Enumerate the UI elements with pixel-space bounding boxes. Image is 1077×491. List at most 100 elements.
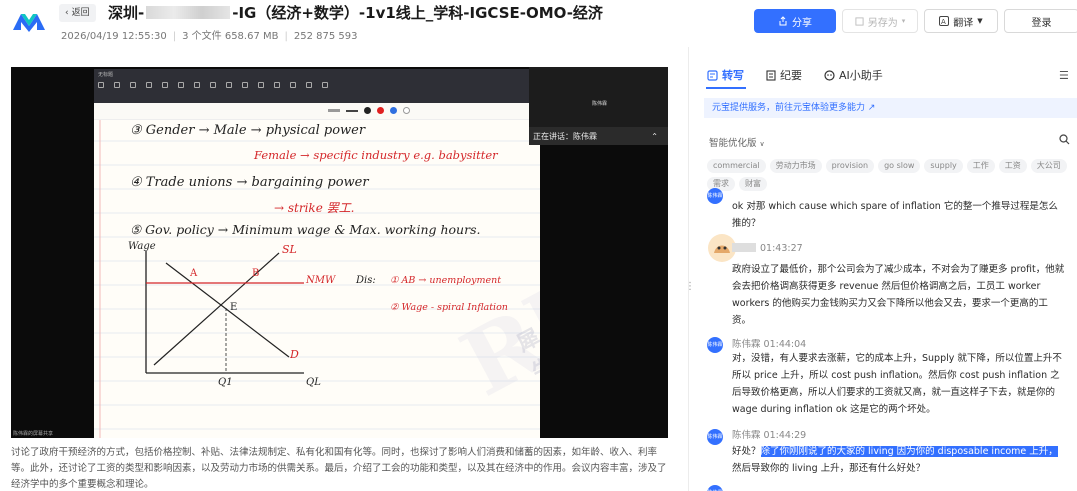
notes-line-4: ④ Trade unions → bargaining power: [130, 175, 369, 190]
title-suffix: -IG（经济+数学）-1v1线上_学科-IGCSE-OMO-经济: [232, 4, 603, 22]
ipad-toolbar: 无标题: [94, 69, 540, 103]
back-button[interactable]: ‹ 返回: [59, 4, 96, 22]
graph-a-label: A: [190, 268, 198, 279]
ipad-status: 无标题: [98, 72, 114, 78]
keyword-row-1: commercial 劳动力市场 provision go slow supply 工作工…: [707, 159, 1067, 173]
login-button[interactable]: 登录: [1004, 9, 1077, 33]
transcript-message: 对，没错，有人要求去涨薪，它的成本上升，Supply 就下降，所以位置上升不所以…: [732, 353, 1062, 415]
avatar: 陈伟霖: [707, 337, 723, 353]
ai-assistant-icon: [824, 69, 835, 81]
tab-ai-label: AI小助手: [839, 69, 883, 82]
speaker-name: 陈伟霖: [732, 339, 761, 350]
share-label: 分享: [792, 17, 812, 29]
meta-views: 252 875 593: [293, 31, 358, 42]
notes-line-4b: → strike 罢工.: [274, 201, 355, 215]
graph-ql-label: QL: [306, 377, 321, 388]
share-button[interactable]: 分享: [754, 9, 836, 33]
translate-label: 翻译: [953, 17, 974, 29]
save-as-button[interactable]: 另存为 ▾: [842, 9, 918, 33]
notes-line-3: ③ Gender → Male → physical power: [130, 123, 366, 138]
file-meta: 2026/04/19 12:55:30 | 3 个文件 658.67 MB | 252 …: [61, 31, 358, 42]
msg-pre: 好处？: [732, 446, 761, 457]
panel-tabs: 转写 纪要 AI小助手: [707, 67, 883, 83]
minutes-icon: [766, 69, 776, 81]
keyword-chip[interactable]: 工作: [966, 159, 995, 173]
speaker-line: 陈伟霖 01:44:29: [732, 427, 806, 441]
chevron-down-icon: ∨: [759, 140, 765, 148]
graph-q1-label: Q1: [218, 377, 233, 388]
msg-post: 然后导致你的 living 上升，那还有什么好处？: [732, 463, 926, 474]
keyword-chip[interactable]: go slow: [878, 159, 921, 173]
speaking-indicator: 正在讲话：陈伟霖 ⌃: [529, 127, 668, 145]
avatar: 陈伟霖: [707, 429, 723, 445]
active-tab-indicator: [706, 87, 746, 89]
transcript-message: 好处？除了你刚刚说了的大家的 living 因为你的 disposable in…: [732, 443, 1065, 477]
keyword-chip[interactable]: supply: [924, 159, 963, 173]
speaker-line: 陈伟霖 01:44:04: [732, 336, 806, 350]
chevron-left-icon: ‹: [65, 8, 69, 18]
chevron-down-icon: ▾: [901, 17, 906, 25]
save-icon: [855, 16, 864, 26]
app-logo-icon: [13, 14, 45, 32]
title-prefix: 深圳-: [108, 4, 145, 22]
speaking-label: 正在讲话：陈伟霖: [533, 131, 597, 141]
graph-b-label: B: [252, 268, 260, 279]
keyword-chip[interactable]: 大公司: [1030, 159, 1067, 173]
highlighted-text[interactable]: 除了你刚刚说了的大家的 living 因为你的 disposable incom…: [760, 446, 1058, 457]
transcribe-icon: [707, 69, 718, 81]
graph-e-label: E: [230, 302, 238, 313]
redacted-speaker: [732, 243, 756, 252]
panel-menu-icon[interactable]: ☰: [1059, 69, 1069, 82]
avatar: 陈伟霖: [707, 485, 723, 491]
chevron-up-icon[interactable]: ⌃: [651, 132, 658, 141]
app-window: ‹ 返回 深圳- -IG（经济+数学）-1v1线上_学科-IGCSE-OMO-经济…: [0, 0, 1077, 491]
notes-line-3b: Female → specific industry e.g. babysitt…: [254, 148, 498, 162]
tab-minutes-label: 纪要: [780, 69, 802, 82]
smart-label: 智能优化版: [709, 138, 757, 149]
back-label: 返回: [71, 8, 90, 18]
transcript-message: 政府设立了最低价，那个公司会为了减少成本，不对会为了赚更多 profit，他就会…: [732, 264, 1065, 326]
graph-s-label: SL: [282, 243, 297, 256]
smart-version-dropdown[interactable]: 智能优化版 ∨: [709, 135, 765, 149]
translate-button[interactable]: A 翻译 ▼: [924, 9, 998, 33]
svg-text:A: A: [941, 18, 946, 26]
caret-down-icon: ▼: [977, 17, 983, 25]
handwritten-notes: ③ Gender → Male → physical power Female …: [94, 103, 540, 438]
tab-ai-assistant[interactable]: AI小助手: [824, 67, 883, 83]
tab-minutes[interactable]: 纪要: [766, 67, 802, 83]
speaker-line: 01:43:27: [732, 243, 803, 254]
meta-files: 3 个文件 658.67 MB: [182, 31, 279, 42]
disadvantage-label: Dis:: [356, 275, 376, 286]
transcript-message: ok 对那 which cause which spare of inflati…: [732, 201, 1058, 229]
keyword-chip[interactable]: 工资: [998, 159, 1027, 173]
translate-icon: A: [939, 16, 950, 26]
graph-nmw-label: NMW: [306, 275, 336, 286]
redacted-name: [146, 6, 231, 19]
search-icon[interactable]: [1059, 134, 1070, 145]
graph-d-label: D: [290, 348, 299, 361]
keyword-chip[interactable]: 劳动力市场: [769, 159, 822, 173]
avatar: 陈伟霖: [707, 188, 723, 204]
video-player[interactable]: 无标题 ③ Gender → Male → physical power Fem…: [11, 67, 668, 438]
keyword-chip[interactable]: commercial: [707, 159, 766, 173]
yuanbao-banner[interactable]: 元宝提供服务，前往元宝体验更多能力 ↗: [704, 98, 1077, 118]
graph-y-label: Wage: [128, 241, 156, 252]
message-time: 01:44:29: [763, 430, 807, 441]
tab-transcribe-label: 转写: [722, 69, 744, 82]
keyword-chip[interactable]: 财富: [739, 177, 767, 191]
saveas-label: 另存为: [867, 17, 898, 29]
notes-line-5: ⑤ Gov. policy → Minimum wage & Max. work…: [130, 222, 481, 237]
screen-share-label: 陈伟霖的屏幕共享: [13, 431, 54, 437]
tab-transcribe[interactable]: 转写: [707, 67, 744, 83]
keyword-chip[interactable]: provision: [825, 159, 875, 173]
thumb-name: 陈伟霖: [592, 101, 608, 107]
disadvantage-1: ① AB → unemployment: [390, 275, 502, 286]
speaker-name: 陈伟霖: [732, 430, 761, 441]
header: ‹ 返回 深圳- -IG（经济+数学）-1v1线上_学科-IGCSE-OMO-经济…: [0, 0, 1077, 47]
meta-datetime: 2026/04/19 12:55:30: [61, 31, 167, 42]
message-time: 01:43:27: [760, 243, 803, 254]
page-title: 深圳- -IG（经济+数学）-1v1线上_学科-IGCSE-OMO-经济: [108, 2, 603, 23]
meeting-summary: 讨论了政府干预经济的方式，包括价格控制、补贴、法律法规制定、私有化和国有化等。同…: [11, 447, 667, 490]
transcript-panel: 转写 纪要 AI小助手 ☰ 元宝提供服务，前往元宝体验更多能力 ↗ 智能优化版 …: [689, 47, 1077, 491]
message-time: 01:44:04: [763, 339, 807, 350]
